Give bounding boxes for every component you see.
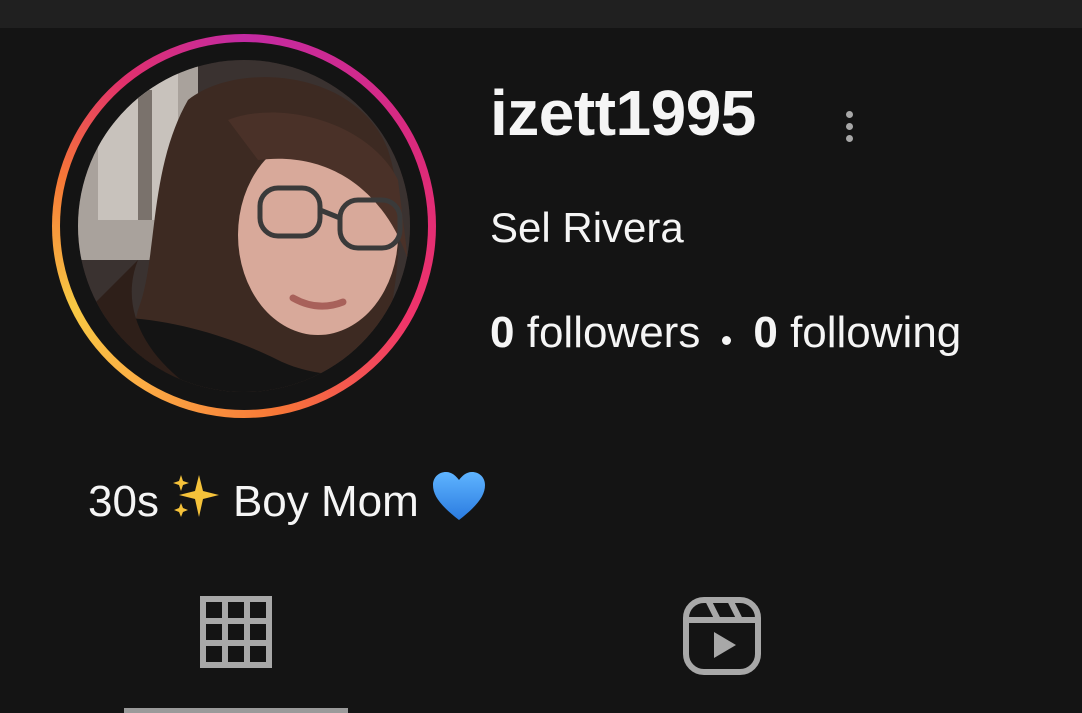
- blue-heart-icon: [431, 470, 487, 533]
- active-tab-indicator: [124, 708, 348, 713]
- stats-separator-dot: [722, 335, 732, 345]
- more-vertical-icon-dot: [845, 122, 853, 130]
- profile-username: izett1995: [490, 77, 756, 149]
- bio-text: Boy Mom: [232, 476, 419, 526]
- tab-reels[interactable]: [610, 580, 834, 713]
- grid-icon: [200, 596, 272, 673]
- followers-label-text: followers: [526, 308, 701, 357]
- story-ring[interactable]: [52, 34, 436, 418]
- more-options-button[interactable]: [830, 100, 868, 152]
- reels-icon: [682, 596, 762, 681]
- following-link[interactable]: 0 following: [753, 308, 961, 358]
- more-vertical-icon-dot: [845, 134, 853, 142]
- avatar-gap: [60, 42, 428, 410]
- profile-stats: 0 followers 0 following: [490, 308, 961, 358]
- avatar-photo-illustration: [78, 60, 410, 392]
- followers-link[interactable]: 0 followers: [490, 308, 700, 358]
- more-vertical-icon: [845, 110, 853, 118]
- top-bar: [0, 0, 1082, 28]
- tab-posts-grid[interactable]: [124, 580, 348, 713]
- followers-count: 0: [490, 308, 515, 357]
- avatar[interactable]: [78, 60, 410, 392]
- following-label-text: following: [790, 308, 962, 357]
- profile-display-name: Sel Rivera: [490, 204, 684, 251]
- sparkles-icon: [171, 471, 221, 532]
- profile-bio: 30s Boy Mom: [88, 470, 487, 533]
- bio-prefix: 30s: [88, 476, 159, 526]
- following-count: 0: [753, 308, 778, 357]
